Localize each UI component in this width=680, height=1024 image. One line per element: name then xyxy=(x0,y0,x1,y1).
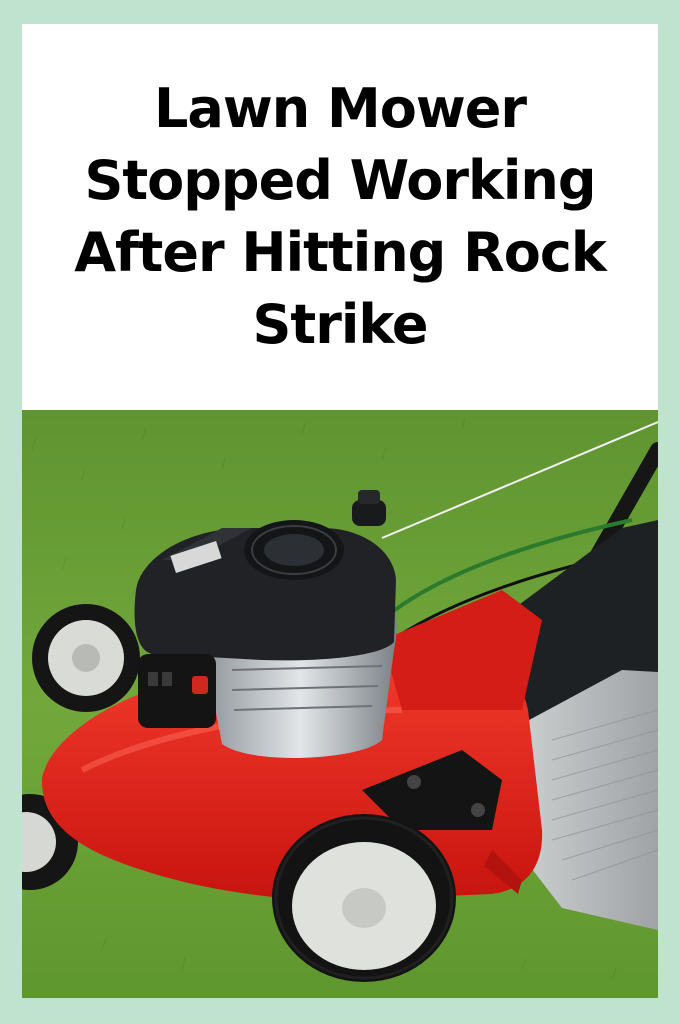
title-block: Lawn Mower Stopped Working After Hitting… xyxy=(22,24,658,410)
lawn-mower-photo xyxy=(22,410,658,998)
pin-card: Lawn Mower Stopped Working After Hitting… xyxy=(22,24,658,998)
pin-title: Lawn Mower Stopped Working After Hitting… xyxy=(74,77,607,356)
rear-wheel-left xyxy=(32,604,140,712)
front-wheel-right xyxy=(272,814,456,982)
